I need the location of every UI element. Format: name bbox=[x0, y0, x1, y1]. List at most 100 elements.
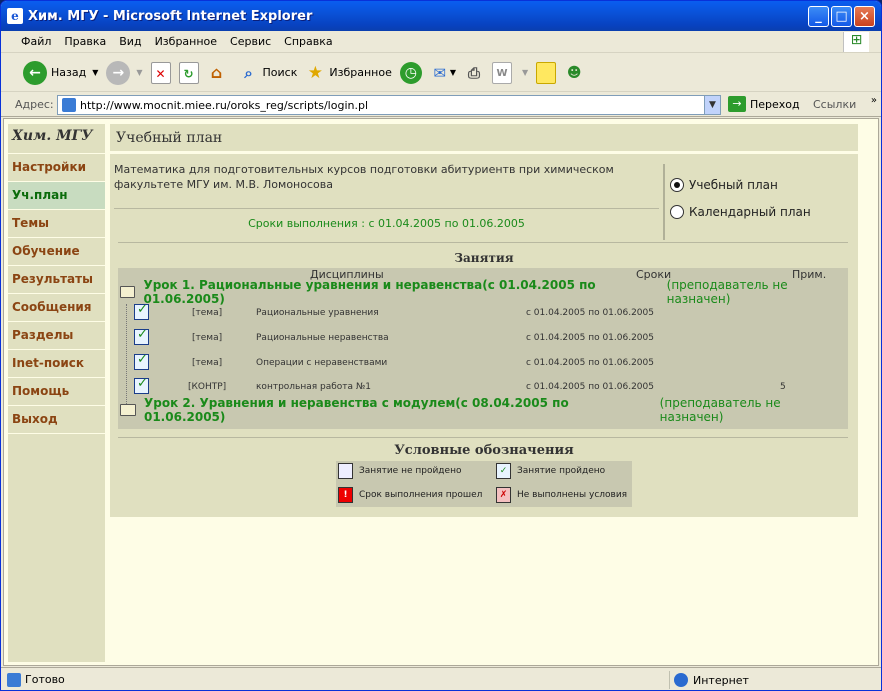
status-bar: Готово Интернет bbox=[1, 667, 881, 690]
address-label: Адрес: bbox=[15, 98, 54, 111]
radio-study-plan-label: Учебный план bbox=[689, 178, 778, 192]
table-row[interactable]: [тема] Рациональные неравенства с 01.04.… bbox=[118, 327, 848, 349]
row-name[interactable]: Рациональные уравнения bbox=[256, 308, 379, 318]
sidebar-item-results[interactable]: Результаты bbox=[8, 266, 105, 294]
messenger-button[interactable]: ☻ bbox=[564, 62, 584, 84]
lesson-title[interactable]: Урок 2. Уравнения и неравенства с модуле… bbox=[144, 396, 654, 424]
history-button[interactable]: ◷ bbox=[399, 61, 422, 84]
row-name[interactable]: Рациональные неравенства bbox=[256, 333, 389, 343]
sidebar-item-topics[interactable]: Темы bbox=[8, 210, 105, 238]
table-row[interactable]: [тема] Рациональные уравнения с 01.04.20… bbox=[118, 302, 848, 324]
legend-title: Условные обозначения bbox=[394, 443, 574, 458]
address-input[interactable]: http://www.mocnit.miee.ru/oroks_reg/scri… bbox=[57, 95, 721, 115]
maximize-button[interactable]: □ bbox=[831, 6, 852, 27]
row-name[interactable]: Операции с неравенствами bbox=[256, 358, 387, 368]
row-dates: с 01.04.2005 по 01.06.2005 bbox=[526, 358, 654, 368]
discuss-button[interactable] bbox=[536, 61, 557, 84]
table-row[interactable]: [тема] Операции с неравенствами с 01.04.… bbox=[118, 352, 848, 374]
conditions-failed-icon: ✗ bbox=[496, 487, 511, 503]
page-title: Учебный план bbox=[110, 124, 858, 154]
window-title: Хим. МГУ - Microsoft Internet Explorer bbox=[28, 8, 313, 24]
sidebar-item-inet-search[interactable]: Inet-поиск bbox=[8, 350, 105, 378]
main-panel: Учебный план Математика для подготовител… bbox=[110, 124, 858, 517]
row-type: [тема] bbox=[192, 358, 223, 368]
chevron-down-icon[interactable]: ▼ bbox=[136, 68, 142, 77]
legend-label: Срок выполнения прошел bbox=[359, 490, 483, 500]
sidebar-item-learning[interactable]: Обучение bbox=[8, 238, 105, 266]
minimize-button[interactable]: _ bbox=[808, 6, 829, 27]
legend: Занятие не пройдено ✓ Занятие пройдено !… bbox=[336, 461, 632, 507]
lessons-table: Урок 1. Рациональные уравнения и неравен… bbox=[118, 278, 848, 429]
divider bbox=[118, 242, 848, 243]
row-name[interactable]: контрольная работа №1 bbox=[256, 382, 371, 392]
star-icon: ★ bbox=[307, 62, 323, 83]
sidebar-item-plan[interactable]: Уч.план bbox=[8, 182, 105, 210]
browser-window: e Хим. МГУ - Microsoft Internet Explorer… bbox=[0, 0, 882, 691]
legend-label: Не выполнены условия bbox=[517, 490, 628, 500]
folder-open-icon bbox=[120, 286, 136, 298]
stop-button[interactable]: ✕ bbox=[150, 61, 171, 84]
completed-icon bbox=[134, 327, 149, 345]
printer-icon: ⎙ bbox=[467, 63, 480, 82]
sidebar-item-help[interactable]: Помощь bbox=[8, 378, 105, 406]
classes-heading: Занятия bbox=[454, 251, 514, 265]
lesson-row[interactable]: Урок 1. Рациональные уравнения и неравен… bbox=[118, 278, 848, 306]
menu-tools[interactable]: Сервис bbox=[230, 35, 271, 48]
mail-icon: ✉ bbox=[433, 63, 447, 82]
go-arrow-icon: → bbox=[728, 96, 746, 112]
radio-study-plan[interactable]: Учебный план bbox=[670, 178, 778, 192]
forward-arrow-icon: → bbox=[106, 60, 131, 85]
folder-closed-icon bbox=[120, 404, 136, 416]
title-bar: e Хим. МГУ - Microsoft Internet Explorer… bbox=[1, 1, 881, 31]
row-type: [тема] bbox=[192, 333, 223, 343]
home-icon: ⌂ bbox=[210, 62, 223, 82]
legend-item: ! Срок выполнения прошел bbox=[338, 487, 482, 503]
menu-help[interactable]: Справка bbox=[284, 35, 332, 48]
menu-view[interactable]: Вид bbox=[119, 35, 141, 48]
refresh-button[interactable]: ↻ bbox=[178, 61, 199, 84]
messenger-icon: ☻ bbox=[566, 64, 582, 81]
edit-button[interactable]: W ▼ bbox=[492, 61, 528, 84]
row-type: [КОНТР] bbox=[188, 382, 227, 392]
address-url[interactable]: http://www.mocnit.miee.ru/oroks_reg/scri… bbox=[80, 99, 368, 112]
lesson-row[interactable]: Урок 2. Уравнения и неравенства с модуле… bbox=[118, 396, 848, 424]
mail-button[interactable]: ✉ ▼ bbox=[430, 62, 456, 84]
page-icon bbox=[62, 98, 76, 112]
menu-favorites[interactable]: Избранное bbox=[155, 35, 217, 48]
links-button[interactable]: Ссылки bbox=[813, 98, 856, 111]
sidebar-item-settings[interactable]: Настройки bbox=[8, 154, 105, 182]
globe-icon bbox=[674, 673, 688, 687]
page-icon bbox=[7, 672, 21, 687]
radio-calendar-plan[interactable]: Календарный план bbox=[670, 205, 811, 219]
divider bbox=[118, 437, 848, 438]
sidebar-item-sections[interactable]: Разделы bbox=[8, 322, 105, 350]
sidebar-item-messages[interactable]: Сообщения bbox=[8, 294, 105, 322]
chevron-down-icon[interactable]: ▼ bbox=[450, 68, 456, 77]
completed-icon: ✓ bbox=[496, 463, 511, 479]
print-button[interactable]: ⎙ bbox=[464, 62, 484, 84]
chevron-down-icon[interactable]: ▼ bbox=[704, 96, 720, 114]
favorites-button[interactable]: ★ Избранное bbox=[305, 62, 392, 84]
windows-logo-icon: ⊞ bbox=[843, 32, 869, 52]
chevron-down-icon[interactable]: ▼ bbox=[522, 68, 528, 77]
menu-file[interactable]: Файл bbox=[21, 35, 51, 48]
history-icon: ◷ bbox=[399, 61, 422, 84]
table-row[interactable]: [КОНТР] контрольная работа №1 с 01.04.20… bbox=[118, 376, 848, 398]
forward-button[interactable]: → ▼ bbox=[106, 60, 143, 85]
completed-icon bbox=[134, 352, 149, 370]
page-content: Хим. МГУ Настройки Уч.план Темы Обучение… bbox=[3, 118, 879, 666]
home-button[interactable]: ⌂ bbox=[207, 62, 227, 84]
favorites-label: Избранное bbox=[329, 66, 392, 79]
go-button[interactable]: → Переход bbox=[728, 96, 800, 112]
chevron-down-icon[interactable]: ▼ bbox=[92, 68, 98, 77]
stop-icon: ✕ bbox=[150, 61, 171, 84]
close-button[interactable]: × bbox=[854, 6, 875, 27]
back-button[interactable]: ← Назад ▼ bbox=[23, 60, 98, 85]
search-button[interactable]: ⌕ Поиск bbox=[239, 62, 297, 84]
not-completed-icon bbox=[338, 463, 353, 479]
sidebar-item-exit[interactable]: Выход bbox=[8, 406, 105, 434]
menu-edit[interactable]: Правка bbox=[64, 35, 106, 48]
chevron-right-icon[interactable]: » bbox=[871, 95, 877, 106]
row-dates: с 01.04.2005 по 01.06.2005 bbox=[526, 308, 654, 318]
course-description: Математика для подготовительных курсов п… bbox=[114, 163, 614, 191]
